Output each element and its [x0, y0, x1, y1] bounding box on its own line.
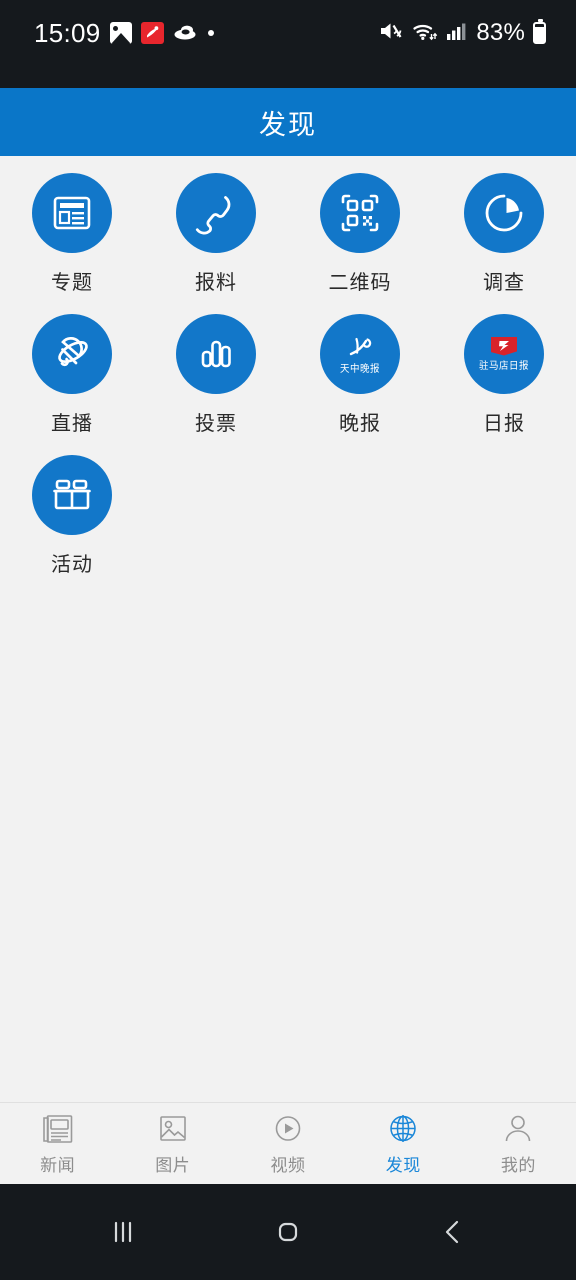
qr-code-icon [341, 194, 379, 232]
grid-item-huodong[interactable]: 活动 [0, 454, 144, 577]
zhumadian-daily-logo: 驻马店日报 [464, 314, 544, 394]
baoliao-circle [176, 173, 256, 253]
wanbao-mark-icon [349, 337, 372, 356]
tab-pictures[interactable]: 图片 [115, 1103, 230, 1184]
feature-grid: 专题 报料 二维码 调查 直播 投票 天中晚报 晚报 驻马店日报 日报 活动 [0, 172, 576, 577]
globe-tab-glyph [390, 1115, 416, 1142]
tab-label: 图片 [155, 1156, 191, 1175]
cloud-icon [173, 23, 197, 43]
home-square-icon [278, 1222, 298, 1242]
wanbao-logo-text: 天中晚报 [339, 363, 380, 376]
globe-tab-icon [387, 1111, 419, 1147]
newspaper-icon [53, 196, 91, 230]
wanbao-circle: 天中晚报 [320, 314, 400, 394]
recents-button[interactable] [78, 1202, 168, 1262]
grid-item-label: 活动 [51, 554, 93, 576]
tianzhong-evening-news-logo: 天中晚报 [320, 314, 400, 394]
tab-label: 我的 [500, 1156, 536, 1175]
phone-handset-icon [195, 196, 231, 235]
zhuanti-circle [32, 173, 112, 253]
bottom-tab-bar: 新闻 图片 视频 发现 我的 [0, 1102, 576, 1184]
grid-item-label: 晚报 [339, 413, 381, 435]
ribao-red-flag-icon [491, 336, 517, 356]
battery-percent-label: 83% [476, 19, 525, 46]
home-button[interactable] [243, 1202, 333, 1262]
ribao-mark-glyph [498, 341, 509, 351]
person-tab-icon [502, 1111, 534, 1147]
wifi-glyph [413, 24, 438, 40]
newspaper-tab-icon [42, 1111, 74, 1147]
pie-chart-icon [485, 194, 523, 232]
gallery-icon [109, 22, 132, 44]
ribao-logo-text: 驻马店日报 [478, 360, 529, 372]
grid-item-label: 直播 [51, 413, 93, 435]
tab-label: 视频 [270, 1156, 306, 1175]
person-tab-glyph [506, 1115, 531, 1142]
grid-item-label: 二维码 [328, 272, 392, 294]
play-circle-tab-icon [272, 1111, 304, 1147]
image-tab-glyph [159, 1116, 186, 1141]
red-app-glyph [146, 26, 158, 38]
android-nav-bar [0, 1184, 576, 1280]
status-clock: 15:09 [34, 17, 101, 48]
grid-item-baoliao[interactable]: 报料 [144, 172, 288, 295]
gift-box-icon [53, 479, 91, 510]
newspaper-tab-glyph [42, 1115, 72, 1143]
page-title: 发现 [259, 109, 317, 140]
tab-video[interactable]: 视频 [230, 1103, 345, 1184]
grid-item-toupiao[interactable]: 投票 [144, 313, 288, 436]
discover-content: 专题 报料 二维码 调查 直播 投票 天中晚报 晚报 驻马店日报 日报 活动 [0, 156, 576, 1102]
zhibo-circle [32, 314, 112, 394]
grid-item-ribao[interactable]: 驻马店日报 日报 [432, 313, 576, 436]
grid-item-label: 报料 [195, 272, 237, 294]
tab-discover[interactable]: 发现 [346, 1103, 461, 1184]
tab-label: 发现 [385, 1156, 421, 1175]
back-chevron-icon [446, 1220, 459, 1244]
signal-glyph [447, 23, 466, 40]
grid-item-erweima[interactable]: 二维码 [288, 172, 432, 295]
tab-news[interactable]: 新闻 [0, 1103, 115, 1184]
dot-indicator-icon [207, 30, 214, 36]
tab-mine[interactable]: 我的 [461, 1103, 576, 1184]
ribao-circle: 驻马店日报 [464, 314, 544, 394]
erweima-circle [320, 173, 400, 253]
grid-item-label: 调查 [483, 272, 525, 294]
cloud-glyph [174, 25, 196, 40]
grid-item-zhibo[interactable]: 直播 [0, 313, 144, 436]
signal-icon [446, 21, 468, 46]
mute-glyph [381, 23, 402, 38]
satellite-dish-icon [58, 337, 88, 367]
play-circle-tab-glyph [275, 1116, 301, 1141]
red-app-icon [140, 22, 164, 44]
status-bar: 15:09 83% [0, 0, 576, 88]
back-button[interactable] [408, 1202, 498, 1262]
page-header: 发现 [0, 88, 576, 156]
grid-item-diaocha[interactable]: 调查 [432, 172, 576, 295]
grid-item-label: 投票 [195, 413, 237, 435]
toupiao-circle [176, 314, 256, 394]
status-bar-right: 83% [378, 19, 546, 47]
grid-item-zhuanti[interactable]: 专题 [0, 172, 144, 295]
battery-icon [533, 19, 546, 44]
diaocha-circle [464, 173, 544, 253]
tab-label: 新闻 [40, 1156, 76, 1175]
wifi-icon [412, 20, 438, 47]
grid-item-label: 日报 [483, 413, 525, 435]
bar-chart-icon [201, 340, 231, 368]
phone-screen: 15:09 83% 发现 专题 报料 二维码 调查 直播 投票 天中晚报 晚报 … [0, 0, 576, 1280]
mute-icon [378, 20, 404, 47]
huodong-circle [32, 455, 112, 535]
recents-bars-icon [114, 1221, 131, 1243]
grid-item-wanbao[interactable]: 天中晚报 晚报 [288, 313, 432, 436]
grid-item-label: 专题 [51, 272, 93, 294]
image-tab-icon [157, 1111, 189, 1147]
status-bar-left: 15:09 [34, 18, 214, 49]
